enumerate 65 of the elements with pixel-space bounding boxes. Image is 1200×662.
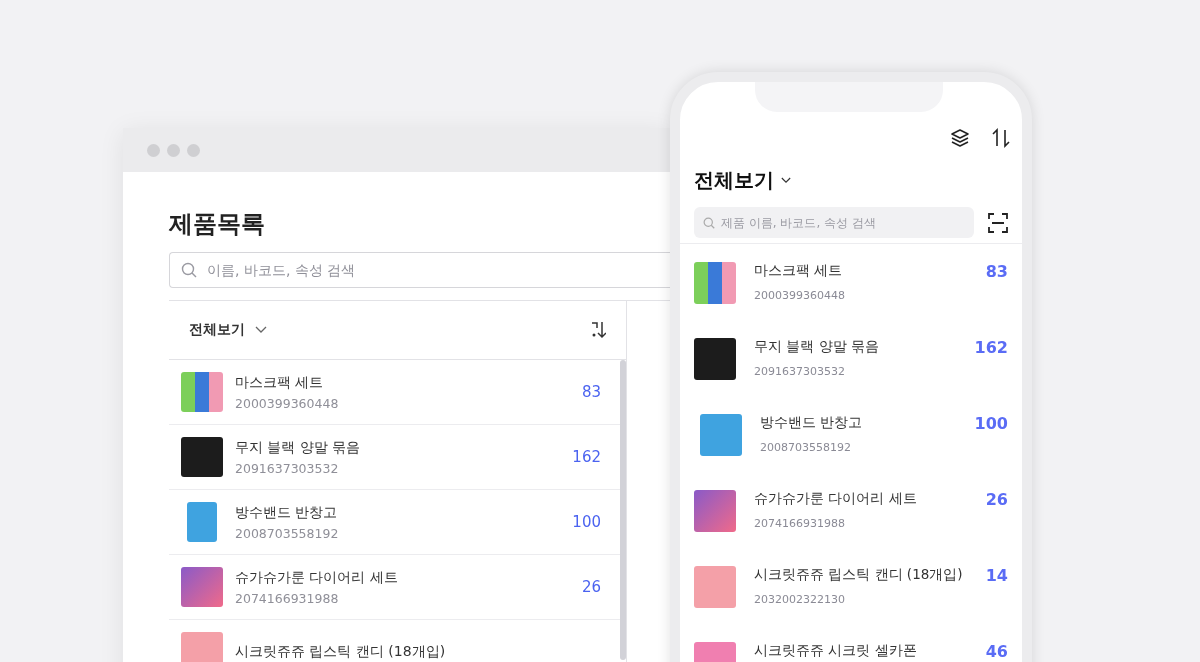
product-name: 방수밴드 반창고	[235, 503, 339, 522]
stock-count: 162	[974, 338, 1008, 357]
scrollbar[interactable]	[620, 360, 626, 660]
stock-count: 26	[581, 578, 601, 596]
stock-count: 14	[985, 566, 1008, 585]
barcode: 2008703558192	[760, 441, 852, 454]
chevron-icon	[255, 326, 267, 334]
stock-count: 83	[985, 262, 1008, 281]
product-row[interactable]: 마스크팩 세트 2000399360448 83	[169, 360, 620, 425]
photo-placeholder	[181, 372, 223, 412]
product-name: 마스크팩 세트	[235, 373, 325, 392]
product-name: 시크릿쥬쥬 시크릿 셀카폰	[754, 642, 918, 660]
product-name: 슈가슈가룬 다이어리 세트	[754, 490, 918, 508]
page-title: 제품목록	[169, 209, 265, 240]
product-row[interactable]: 슈가슈가룬 다이어리 세트 2074166931988 26	[680, 472, 1022, 548]
barcode: 2091637303532	[754, 365, 846, 378]
product-name: 무지 블랙 양말 묶음	[235, 438, 362, 457]
product-name: 시크릿쥬쥬 립스틱 캔디 (18개입)	[235, 643, 447, 661]
photo-placeholder	[694, 262, 736, 304]
product-row[interactable]: 시크릿쥬쥬 립스틱 캔디 (18개입)	[169, 620, 620, 662]
barcode: 2000399360448	[235, 395, 340, 411]
stock-count: 46	[985, 642, 1008, 661]
product-name: 방수밴드 반창고	[760, 414, 864, 432]
product-row[interactable]: 무지 블랙 양말 묶음 2091637303532 162	[680, 320, 1022, 396]
photo-placeholder	[694, 338, 736, 380]
product-row[interactable]: 방수밴드 반창고 2008703558192 100	[169, 490, 620, 555]
photo-placeholder	[181, 632, 223, 662]
stock-count: 162	[572, 448, 601, 466]
search-icon	[181, 262, 197, 278]
product-row[interactable]: 무지 블랙 양말 묶음 2091637303532 162	[169, 425, 620, 490]
search-field[interactable]: 이름, 바코드, 속성 검색	[169, 252, 670, 288]
photo-placeholder	[181, 437, 223, 477]
stock-count: 100	[572, 513, 601, 531]
barcode: 2000399360448	[754, 289, 846, 302]
product-row[interactable]: 방수밴드 반창고 2008703558192 100	[680, 396, 1022, 472]
photo-placeholder	[187, 502, 217, 542]
photo-placeholder	[694, 566, 736, 608]
barcode: 2074166931988	[235, 590, 340, 606]
stock-count: 83	[581, 383, 601, 401]
barcode: 2008703558192	[235, 525, 340, 541]
filter-dropdown[interactable]: 전체보기	[694, 167, 791, 194]
filter-dropdown[interactable]: 전체보기	[189, 321, 267, 339]
product-name: 마스크팩 세트	[754, 262, 844, 280]
barcode: 2074166931988	[754, 517, 846, 530]
barcode: 2032002322130	[754, 593, 846, 606]
stock-count: 26	[985, 490, 1008, 509]
photo-placeholder	[700, 414, 742, 456]
barcode: 2091637303532	[235, 460, 340, 476]
product-name: 무지 블랙 양말 묶음	[754, 338, 880, 356]
search-field[interactable]: 제품 이름, 바코드, 속성 검색	[694, 207, 974, 238]
product-row[interactable]: 시크릿쥬쥬 립스틱 캔디 (18개입) 2032002322130 14	[680, 548, 1022, 624]
photo-placeholder	[694, 490, 736, 532]
product-row[interactable]: 슈가슈가룬 다이어리 세트 2074166931988 26	[169, 555, 620, 620]
photo-placeholder	[181, 567, 223, 607]
chevron-icon	[781, 177, 791, 184]
product-row[interactable]: 마스크팩 세트 2000399360448 83	[680, 244, 1022, 320]
product-name: 시크릿쥬쥬 립스틱 캔디 (18개입)	[754, 566, 964, 584]
product-name: 슈가슈가룬 다이어리 세트	[235, 568, 399, 587]
scan-icon[interactable]	[988, 212, 1008, 233]
sort-icon[interactable]	[992, 128, 1010, 148]
sort-icon[interactable]	[590, 321, 606, 339]
stock-count: 100	[974, 414, 1008, 433]
product-row[interactable]: 시크릿쥬쥬 시크릿 셀카폰 46	[680, 624, 1022, 662]
search-icon	[703, 217, 715, 229]
layers-icon[interactable]	[950, 128, 970, 148]
